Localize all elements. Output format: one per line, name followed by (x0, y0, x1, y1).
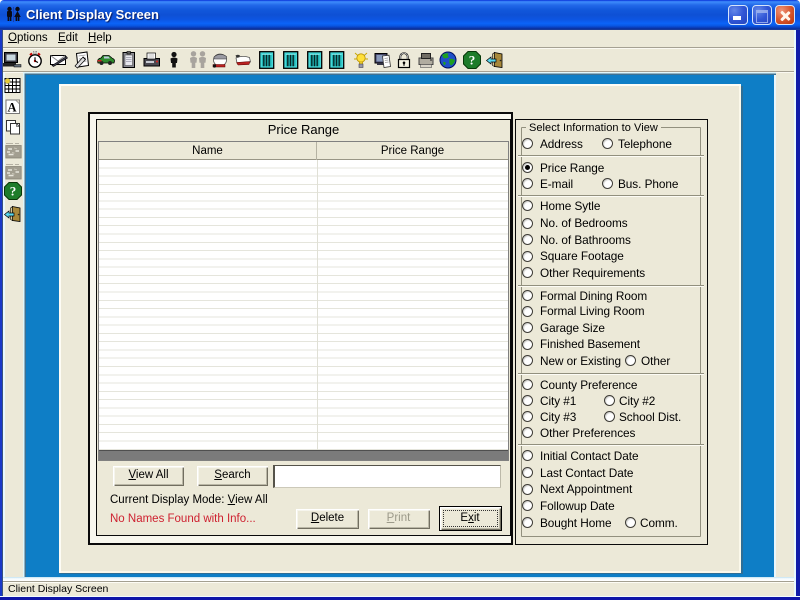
svg-text:A: A (7, 101, 16, 115)
svg-text:?: ? (469, 53, 476, 68)
svg-text:12: 12 (33, 50, 38, 55)
svg-text:?: ? (10, 184, 17, 199)
